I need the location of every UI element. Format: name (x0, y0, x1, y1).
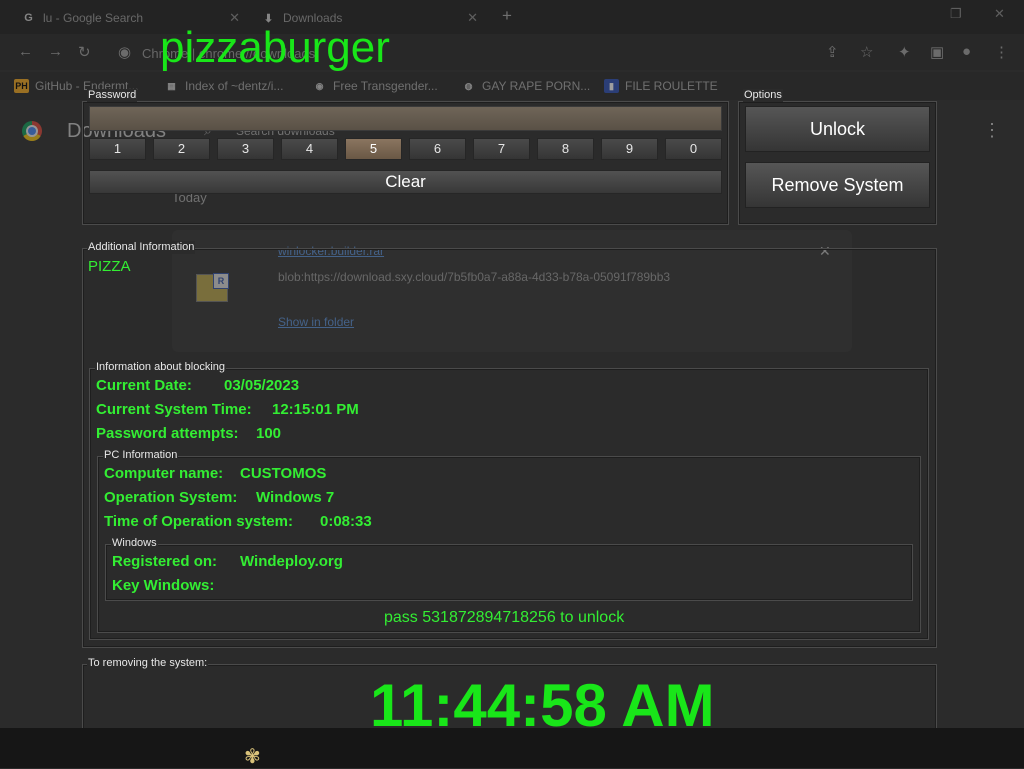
password-legend: Password (87, 89, 138, 102)
pc-info-legend: PC Information (103, 449, 179, 462)
system-time-label: Current System Time: (96, 401, 252, 418)
additional-info-legend: Additional Information (87, 241, 196, 254)
bookmark-label: Free Transgender... (333, 79, 438, 93)
system-time-value: 12:15:01 PM (272, 401, 359, 418)
os-uptime-label: Time of Operation system: (104, 513, 293, 530)
registered-on-label: Registered on: (112, 553, 218, 570)
bookmark-file-roulette[interactable]: ▮ FILE ROULETTE (604, 79, 718, 93)
menu-icon[interactable]: ⋮ (994, 43, 1009, 61)
key-0[interactable]: 0 (665, 138, 722, 160)
bookmark-label: FILE ROULETTE (625, 79, 718, 93)
bookmark-icon: ▮ (604, 79, 619, 93)
os-uptime-value: 0:08:33 (320, 513, 372, 530)
key-6[interactable]: 6 (409, 138, 466, 160)
bookmark-globe[interactable]: ◍ GAY RAPE PORN... (461, 79, 591, 93)
password-attempts-value: 100 (256, 425, 282, 442)
close-icon[interactable]: ✕ (467, 10, 478, 26)
unlock-hint: pass 531872894718256 to unlock (384, 609, 625, 626)
more-options-icon[interactable]: ⋮ (983, 120, 1001, 141)
sidepanel-icon[interactable]: ▣ (930, 43, 944, 61)
key-4[interactable]: 4 (281, 138, 338, 160)
key-2[interactable]: 2 (153, 138, 210, 160)
current-date-label: Current Date: (96, 377, 192, 394)
password-input[interactable] (89, 106, 722, 131)
removal-legend: To removing the system: (87, 657, 209, 670)
clear-button[interactable]: Clear (89, 170, 722, 194)
bookmark-icon: ▦ (167, 81, 176, 91)
password-attempts-label: Password attempts: (96, 425, 239, 442)
bookmark-label: Index of ~dentz/i... (185, 79, 284, 93)
back-icon[interactable]: ← (18, 43, 33, 60)
key-9[interactable]: 9 (601, 138, 658, 160)
key-7[interactable]: 7 (473, 138, 530, 160)
bookmark-icon: ◉ (315, 81, 324, 91)
remove-system-button[interactable]: Remove System (745, 162, 930, 208)
chrome-logo-icon (22, 121, 42, 141)
bookmark-icon: PH (14, 79, 29, 93)
computer-name-value: CUSTOMOS (240, 465, 327, 482)
bookmark-label: GAY RAPE PORN... (482, 79, 591, 93)
globe-icon: ◍ (464, 81, 473, 91)
os-label: Operation System: (104, 489, 238, 506)
key-3[interactable]: 3 (217, 138, 274, 160)
share-icon[interactable]: ⇪ (826, 43, 839, 61)
profile-icon[interactable]: ● (962, 43, 971, 60)
additional-info-text: PIZZA (88, 258, 131, 275)
site-info-icon[interactable]: ◉ (118, 43, 131, 61)
close-window-icon[interactable]: ✕ (994, 6, 1005, 22)
reload-icon[interactable]: ↻ (78, 43, 91, 61)
current-date-value: 03/05/2023 (224, 377, 300, 394)
computer-name-label: Computer name: (104, 465, 224, 482)
removal-countdown-clock: 11:44:58 AM (370, 672, 715, 739)
registered-on-value: Windeploy.org (240, 553, 343, 570)
new-tab-icon[interactable]: + (502, 6, 512, 26)
key-8[interactable]: 8 (537, 138, 594, 160)
key-1[interactable]: 1 (89, 138, 146, 160)
tab-label: lu - Google Search (43, 11, 144, 25)
extensions-icon[interactable]: ✦ (898, 43, 911, 61)
restore-icon[interactable]: ❐ (950, 6, 962, 22)
bookmark-free[interactable]: ◉ Free Transgender... (312, 79, 438, 93)
os-value: Windows 7 (256, 489, 335, 506)
google-icon: G (24, 11, 33, 24)
key-windows-label: Key Windows: (112, 577, 215, 594)
options-legend: Options (743, 89, 783, 102)
key-5[interactable]: 5 (345, 138, 402, 160)
blocking-info-legend: Information about blocking (95, 361, 227, 374)
bookmark-index[interactable]: ▦ Index of ~dentz/i... (164, 79, 283, 93)
tray-app-icon[interactable]: ✾ (244, 744, 272, 768)
unlock-button[interactable]: Unlock (745, 106, 930, 152)
star-icon[interactable]: ☆ (860, 43, 873, 61)
windows-group (105, 544, 913, 601)
locker-title: pizzaburger (160, 23, 390, 72)
windows-legend: Windows (111, 537, 158, 550)
forward-icon[interactable]: → (48, 43, 63, 60)
